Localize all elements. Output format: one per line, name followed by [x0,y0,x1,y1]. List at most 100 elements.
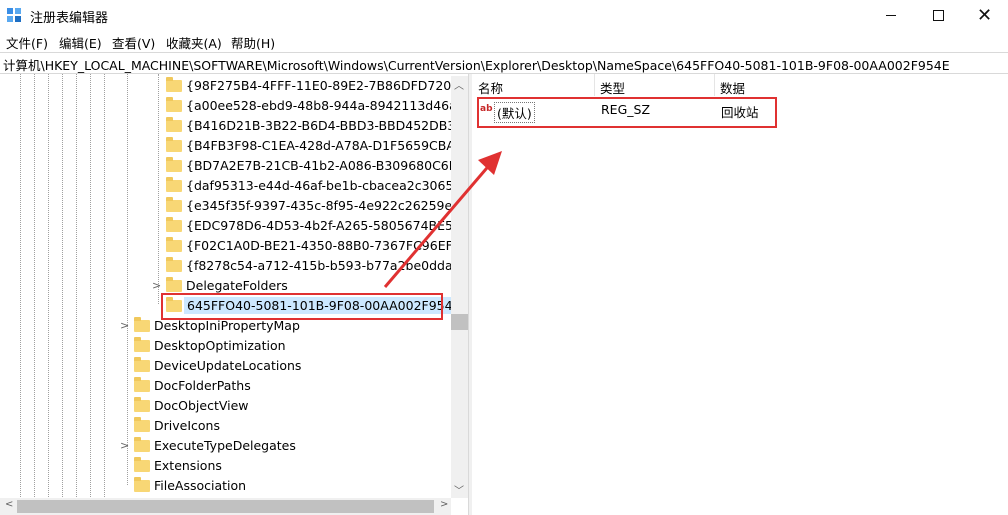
expand-chevron-icon[interactable]: > [152,279,161,292]
folder-icon [134,377,150,392]
tree-item[interactable]: {f8278c54-a712-415b-b593-b77a2be0dda9} [166,256,468,276]
tree-item[interactable]: Extensions [134,456,451,476]
menu-view[interactable]: 查看(V) [112,33,155,52]
tree-item[interactable]: {EDC978D6-4D53-4b2f-A265-5805674BE568} [166,216,468,236]
tree-item-label: {F02C1A0D-BE21-4350-88B0-7367FC96EF3C} [186,238,468,253]
tree-guide-line [158,74,159,304]
folder-icon [134,357,150,372]
expand-chevron-icon[interactable]: > [120,439,129,452]
folder-icon [134,477,150,492]
tree-horizontal-scrollbar[interactable]: < > [0,498,451,515]
tree-guide-line [48,74,49,515]
tree-item-label: DocObjectView [154,398,249,413]
tree-item[interactable]: {B416D21B-3B22-B6D4-BBD3-BBD452DB3D5B} [166,116,468,136]
expand-chevron-icon[interactable]: > [120,319,129,332]
tree-item[interactable]: DocObjectView [134,396,451,416]
tree-guide-line [90,74,91,515]
tree-item-label: DesktopOptimization [154,338,286,353]
minimize-icon [885,15,896,16]
folder-icon [166,217,182,232]
registry-editor-app-icon [7,8,22,23]
folder-icon [166,137,182,152]
tree-item-label: {B416D21B-3B22-B6D4-BBD3-BBD452DB3D5B} [186,118,468,133]
scrollbar-thumb[interactable] [451,314,468,330]
tree-item[interactable]: {a00ee528-ebd9-48b8-944a-8942113d46ac} [166,96,468,116]
tree-item-label: {EDC978D6-4D53-4b2f-A265-5805674BE568} [186,218,468,233]
tree-item-label: {e345f35f-9397-435c-8f95-4e922c26259e} [186,198,461,213]
tree-item[interactable]: DeviceUpdateLocations [134,356,451,376]
column-header-type[interactable]: 类型 [594,74,714,96]
tree-item[interactable]: {e345f35f-9397-435c-8f95-4e922c26259e} [166,196,460,216]
tree-item-label: DeviceUpdateLocations [154,358,302,373]
tree-item-label: DelegateFolders [186,278,288,293]
column-header-label: 名称 [478,81,504,96]
tree-item[interactable]: {F02C1A0D-BE21-4350-88B0-7367FC96EF3C} [166,236,468,256]
menu-favorites[interactable]: 收藏夹(A) [166,33,222,52]
address-path[interactable]: 计算机\HKEY_LOCAL_MACHINE\SOFTWARE\Microsof… [3,55,950,74]
column-header-label: 数据 [720,81,746,96]
folder-icon [134,417,150,432]
folder-icon [166,77,182,92]
tree-item-label: Extensions [154,458,222,473]
scroll-right-icon[interactable]: > [440,499,448,510]
column-header-label: 类型 [600,81,626,96]
address-bar[interactable]: 计算机\HKEY_LOCAL_MACHINE\SOFTWARE\Microsof… [0,52,1008,74]
tree-item[interactable]: {BD7A2E7B-21CB-41b2-A086-B309680C6B7E} [166,156,468,176]
scrollbar-thumb[interactable] [17,500,434,513]
scroll-left-icon[interactable]: < [5,499,13,510]
tree-item[interactable]: FileAssociation [134,476,451,496]
menu-bar: 文件(F) 编辑(E) 查看(V) 收藏夹(A) 帮助(H) [0,31,1008,51]
window-title: 注册表编辑器 [30,11,109,26]
folder-icon [134,317,150,332]
tree-item-label: {BD7A2E7B-21CB-41b2-A086-B309680C6B7E} [186,158,468,173]
annotation-highlight-selected-key [161,293,443,320]
tree-item-label: DriveIcons [154,418,220,433]
tree-guide-line [76,74,77,515]
scroll-down-icon[interactable]: ﹀ [454,482,464,497]
folder-icon [166,257,182,272]
tree-item-label: DocFolderPaths [154,378,251,393]
folder-icon [166,237,182,252]
tree-item-label: {98F275B4-4FFF-11E0-89E2-7B86DFD72085} [186,78,468,93]
column-header-data[interactable]: 数据 [714,74,1008,96]
folder-icon [166,277,182,292]
tree-item[interactable]: {daf95313-e44d-46af-be1b-cbacea2c3065} [166,176,461,196]
folder-icon [134,397,150,412]
tree-item[interactable]: DocFolderPaths [134,376,451,396]
folder-icon [166,117,182,132]
folder-icon [134,437,150,452]
tree-guide-line [20,74,21,515]
tree-vertical-scrollbar[interactable]: ︿ ﹀ [451,76,468,498]
tree-item-label: {f8278c54-a712-415b-b593-b77a2be0dda9} [186,258,468,273]
tree-item[interactable]: {B4FB3F98-C1EA-428d-A78A-D1F5659CBA93} [166,136,468,156]
column-header-name[interactable]: 名称 [472,74,594,96]
close-icon: ✕ [976,4,993,26]
tree-item-label: {B4FB3F98-C1EA-428d-A78A-D1F5659CBA93} [186,138,468,153]
maximize-button[interactable] [915,0,962,31]
maximize-icon [933,10,944,21]
folder-icon [166,177,182,192]
folder-icon [166,197,182,212]
folder-icon [134,457,150,472]
menu-help[interactable]: 帮助(H) [231,33,275,52]
tree-guide-line [127,74,128,485]
tree-item[interactable]: DesktopOptimization [134,336,451,356]
title-bar: 注册表编辑器 ✕ [0,0,1008,31]
scroll-up-icon[interactable]: ︿ [454,77,464,92]
values-list[interactable]: 名称 类型 数据 ab (默认) REG_SZ 回收站 [472,74,1008,515]
folder-icon [166,157,182,172]
tree-item-label: ExecuteTypeDelegates [154,438,296,453]
tree-item[interactable]: {98F275B4-4FFF-11E0-89E2-7B86DFD72085} [166,76,468,96]
tree-item-label: DesktopIniPropertyMap [154,318,300,333]
menu-edit[interactable]: 编辑(E) [59,33,102,52]
tree-item-label: {a00ee528-ebd9-48b8-944a-8942113d46ac} [186,98,468,113]
tree-item[interactable]: > ExecuteTypeDelegates [120,436,451,456]
folder-icon [134,337,150,352]
minimize-button[interactable] [867,0,914,31]
menu-file[interactable]: 文件(F) [6,33,48,52]
annotation-highlight-default-value [477,97,777,128]
tree-guide-line [104,74,105,515]
folder-icon [166,97,182,112]
close-button[interactable]: ✕ [961,0,1008,31]
tree-item[interactable]: DriveIcons [134,416,451,436]
